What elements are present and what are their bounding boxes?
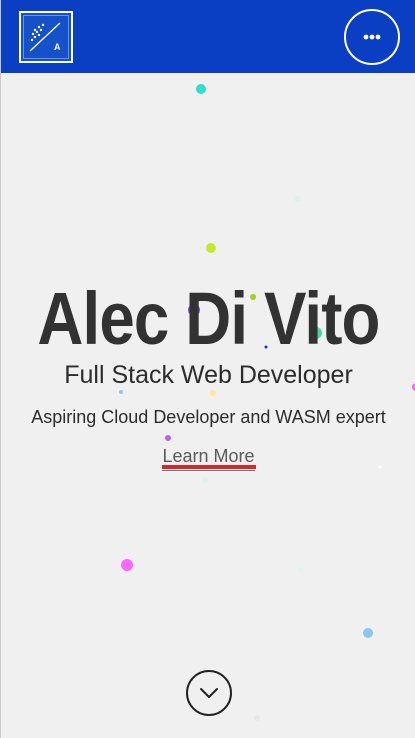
particle xyxy=(119,390,123,394)
learn-more-underline xyxy=(162,465,256,469)
scroll-down-button[interactable] xyxy=(186,670,232,716)
hero-name: Alec Di Vito xyxy=(37,277,380,360)
particle xyxy=(294,196,300,202)
hero-title: Full Stack Web Developer xyxy=(64,361,353,389)
logo-letter: A xyxy=(54,42,61,52)
particle xyxy=(254,715,260,721)
menu-button[interactable] xyxy=(344,9,400,65)
particle xyxy=(165,435,171,441)
particle xyxy=(206,243,216,253)
particle xyxy=(299,568,303,572)
particle xyxy=(196,84,206,94)
top-nav-bar: A xyxy=(1,0,415,73)
particle xyxy=(202,477,208,483)
logo-icon: A xyxy=(29,22,61,52)
particle xyxy=(210,390,216,396)
particle xyxy=(121,559,133,571)
app-screen: A Alec Di Vito Full Stack Web Developer … xyxy=(0,0,415,738)
particle xyxy=(363,628,373,638)
ellipsis-icon xyxy=(363,34,381,40)
hero-subtitle: Aspiring Cloud Developer and WASM expert xyxy=(31,407,386,427)
logo-button[interactable]: A xyxy=(19,11,73,63)
chevron-down-icon xyxy=(200,688,218,698)
